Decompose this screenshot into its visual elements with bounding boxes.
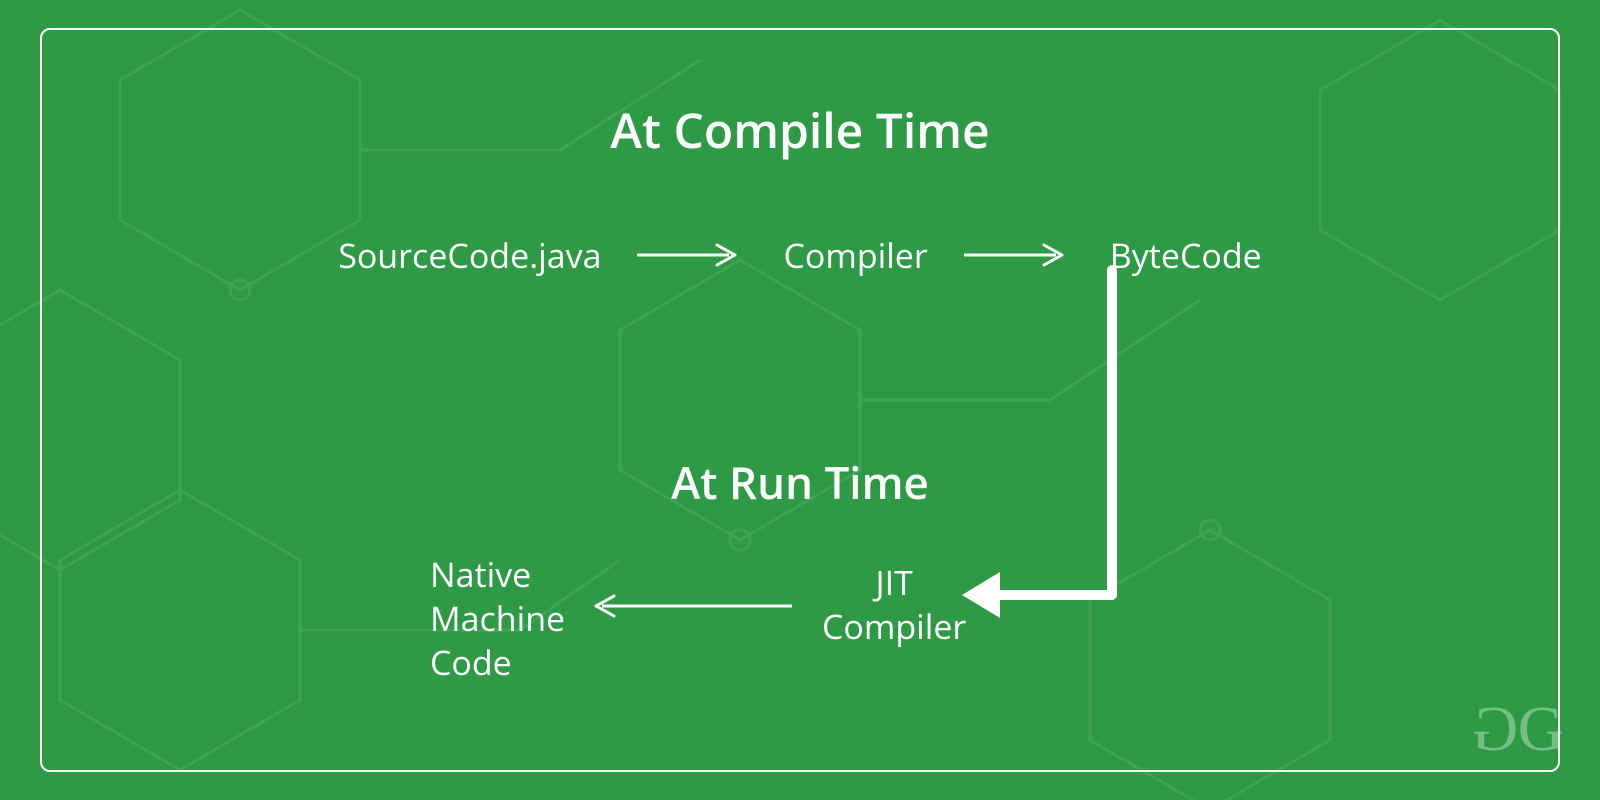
- node-jit-line1: JIT: [822, 560, 966, 604]
- arrow-right-icon: [637, 243, 747, 267]
- brand-logo: GG: [1478, 692, 1558, 766]
- arrow-elbow-down-left-icon: [960, 260, 1120, 640]
- node-bytecode: ByteCode: [1110, 232, 1262, 278]
- section-title-runtime: At Run Time: [0, 452, 1600, 512]
- node-nmc-line2: Machine: [430, 596, 565, 640]
- node-native-machine-code: Native Machine Code: [430, 552, 565, 685]
- node-nmc-line1: Native: [430, 552, 565, 596]
- node-jit-compiler: JIT Compiler: [822, 560, 966, 648]
- node-source-code: SourceCode.java: [338, 232, 601, 278]
- node-nmc-line3: Code: [430, 640, 565, 684]
- node-compiler: Compiler: [783, 232, 927, 278]
- arrow-left-icon: [588, 594, 792, 618]
- section-title-compile: At Compile Time: [0, 98, 1600, 163]
- compile-flow-row: SourceCode.java Compiler ByteCode: [0, 232, 1600, 278]
- node-jit-line2: Compiler: [822, 604, 966, 648]
- diagram-card: At Compile Time SourceCode.java Compiler…: [0, 0, 1600, 800]
